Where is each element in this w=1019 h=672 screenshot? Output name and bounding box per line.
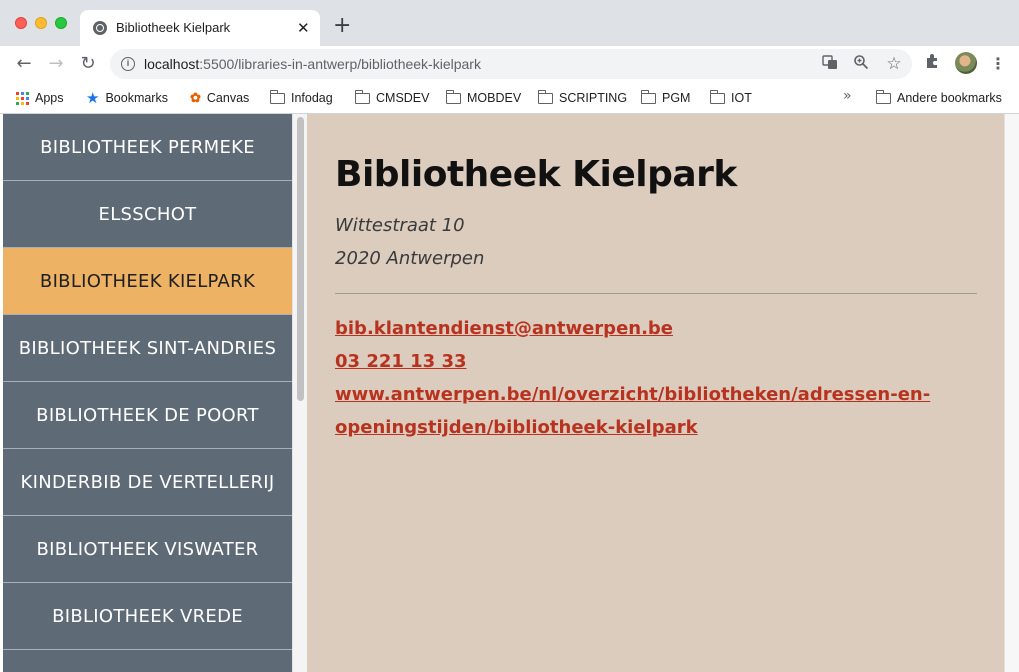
- folder-icon: [537, 89, 553, 104]
- folder-icon: [354, 89, 370, 104]
- sidebar-scrollbar[interactable]: [292, 114, 307, 672]
- globe-icon: [93, 21, 107, 35]
- canvas-icon: ✿: [190, 90, 201, 105]
- bookmark-mobdev[interactable]: MOBDEV: [445, 88, 522, 108]
- bookmark-star-icon[interactable]: ☆: [884, 54, 904, 74]
- bookmark-label: CMSDEV: [376, 91, 430, 105]
- bookmark-other[interactable]: Andere bookmarks: [875, 88, 1002, 108]
- bookmark-label: SCRIPTING: [559, 91, 628, 105]
- bookmark-apps[interactable]: Apps: [16, 88, 64, 108]
- sidebar-item-de-vertellerij[interactable]: KINDERBIB DE VERTELLERIJ: [3, 449, 292, 516]
- bookmarks-bar: Apps ★ Bookmarks ✿ Canvas Infodag CMSDEV…: [0, 82, 1019, 114]
- close-window-button[interactable]: [15, 17, 27, 29]
- bookmark-cmsdev[interactable]: CMSDEV: [354, 88, 430, 108]
- folder-icon: [269, 89, 285, 104]
- bookmark-label: Bookmarks: [105, 91, 168, 105]
- sidebar-item-viswater[interactable]: BIBLIOTHEEK VISWATER: [3, 516, 292, 583]
- bookmark-label: Infodag: [291, 91, 333, 105]
- url-host: localhost: [144, 56, 200, 72]
- more-bookmarks-icon[interactable]: »: [843, 88, 852, 104]
- library-title: Bibliotheek Kielpark: [335, 154, 737, 195]
- menu-kebab-icon[interactable]: ⋮: [987, 53, 1009, 75]
- library-sidebar: BIBLIOTHEEK PERMEKE ELSSCHOT BIBLIOTHEEK…: [3, 114, 292, 672]
- bookmark-infodag[interactable]: Infodag: [269, 88, 333, 108]
- profile-avatar[interactable]: [955, 52, 977, 74]
- bookmark-canvas[interactable]: ✿ Canvas: [190, 88, 249, 108]
- bookmark-bookmarks[interactable]: ★ Bookmarks: [86, 88, 168, 108]
- bookmark-scripting[interactable]: SCRIPTING: [537, 88, 628, 108]
- bookmark-label: Apps: [35, 91, 64, 105]
- minimize-window-button[interactable]: [35, 17, 47, 29]
- browser-tab-bar: Bibliotheek Kielpark ✕ +: [0, 0, 1019, 46]
- zoom-icon[interactable]: [851, 54, 871, 74]
- sidebar-item-de-poort[interactable]: BIBLIOTHEEK DE POORT: [3, 382, 292, 449]
- sidebar-item-sint-andries[interactable]: BIBLIOTHEEK SINT-ANDRIES: [3, 315, 292, 382]
- sidebar-item-vrede[interactable]: BIBLIOTHEEK VREDE: [3, 583, 292, 650]
- tab-title: Bibliotheek Kielpark: [116, 20, 231, 35]
- url-path: :5500/libraries-in-antwerp/bibliotheek-k…: [199, 56, 481, 72]
- tab-close-icon[interactable]: ✕: [297, 19, 310, 37]
- page-viewport: BIBLIOTHEEK PERMEKE ELSSCHOT BIBLIOTHEEK…: [0, 114, 1019, 672]
- divider: [335, 293, 977, 294]
- apps-grid-icon: [16, 91, 29, 105]
- page-scroll-edge: [1004, 114, 1019, 672]
- folder-icon: [875, 89, 891, 104]
- sidebar-item-permeke[interactable]: BIBLIOTHEEK PERMEKE: [3, 114, 292, 181]
- star-icon: ★: [86, 90, 100, 107]
- new-tab-button[interactable]: +: [333, 15, 351, 37]
- bookmark-label: Andere bookmarks: [897, 91, 1002, 105]
- extensions-icon[interactable]: [922, 53, 944, 75]
- bookmark-label: MOBDEV: [467, 91, 522, 105]
- bookmark-label: IOT: [731, 91, 752, 105]
- bookmark-label: PGM: [662, 91, 691, 105]
- bookmark-pgm[interactable]: PGM: [640, 88, 691, 108]
- maximize-window-button[interactable]: [55, 17, 67, 29]
- email-link[interactable]: bib.klantendienst@antwerpen.be: [335, 318, 673, 339]
- browser-toolbar: ← → ↻ i localhost:5500/libraries-in-antw…: [0, 46, 1019, 82]
- forward-button[interactable]: →: [44, 52, 68, 76]
- website-link-line1[interactable]: www.antwerpen.be/nl/overzicht/bibliothek…: [335, 384, 930, 405]
- website-link-line2[interactable]: openingstijden/bibliotheek-kielpark: [335, 417, 698, 438]
- bookmark-label: Canvas: [206, 91, 250, 105]
- scrollbar-thumb[interactable]: [297, 117, 304, 401]
- back-button[interactable]: ←: [12, 52, 36, 76]
- folder-icon: [445, 89, 461, 104]
- url-text[interactable]: localhost:5500/libraries-in-antwerp/bibl…: [144, 56, 481, 72]
- browser-tab[interactable]: Bibliotheek Kielpark ✕: [80, 10, 320, 46]
- folder-icon: [709, 89, 725, 104]
- library-street: Wittestraat 10: [335, 215, 465, 236]
- folder-icon: [640, 89, 656, 104]
- reload-button[interactable]: ↻: [76, 52, 100, 76]
- translate-icon[interactable]: [820, 54, 840, 74]
- bookmark-iot[interactable]: IOT: [709, 88, 752, 108]
- info-icon[interactable]: i: [121, 57, 135, 71]
- sidebar-item-elsschot[interactable]: ELSSCHOT: [3, 181, 292, 248]
- library-city: 2020 Antwerpen: [335, 248, 485, 269]
- address-bar[interactable]: i localhost:5500/libraries-in-antwerp/bi…: [110, 49, 912, 79]
- sidebar-item-kielpark[interactable]: BIBLIOTHEEK KIELPARK: [3, 248, 292, 315]
- phone-link[interactable]: 03 221 13 33: [335, 351, 467, 372]
- library-detail: Bibliotheek Kielpark Wittestraat 10 2020…: [307, 114, 1004, 672]
